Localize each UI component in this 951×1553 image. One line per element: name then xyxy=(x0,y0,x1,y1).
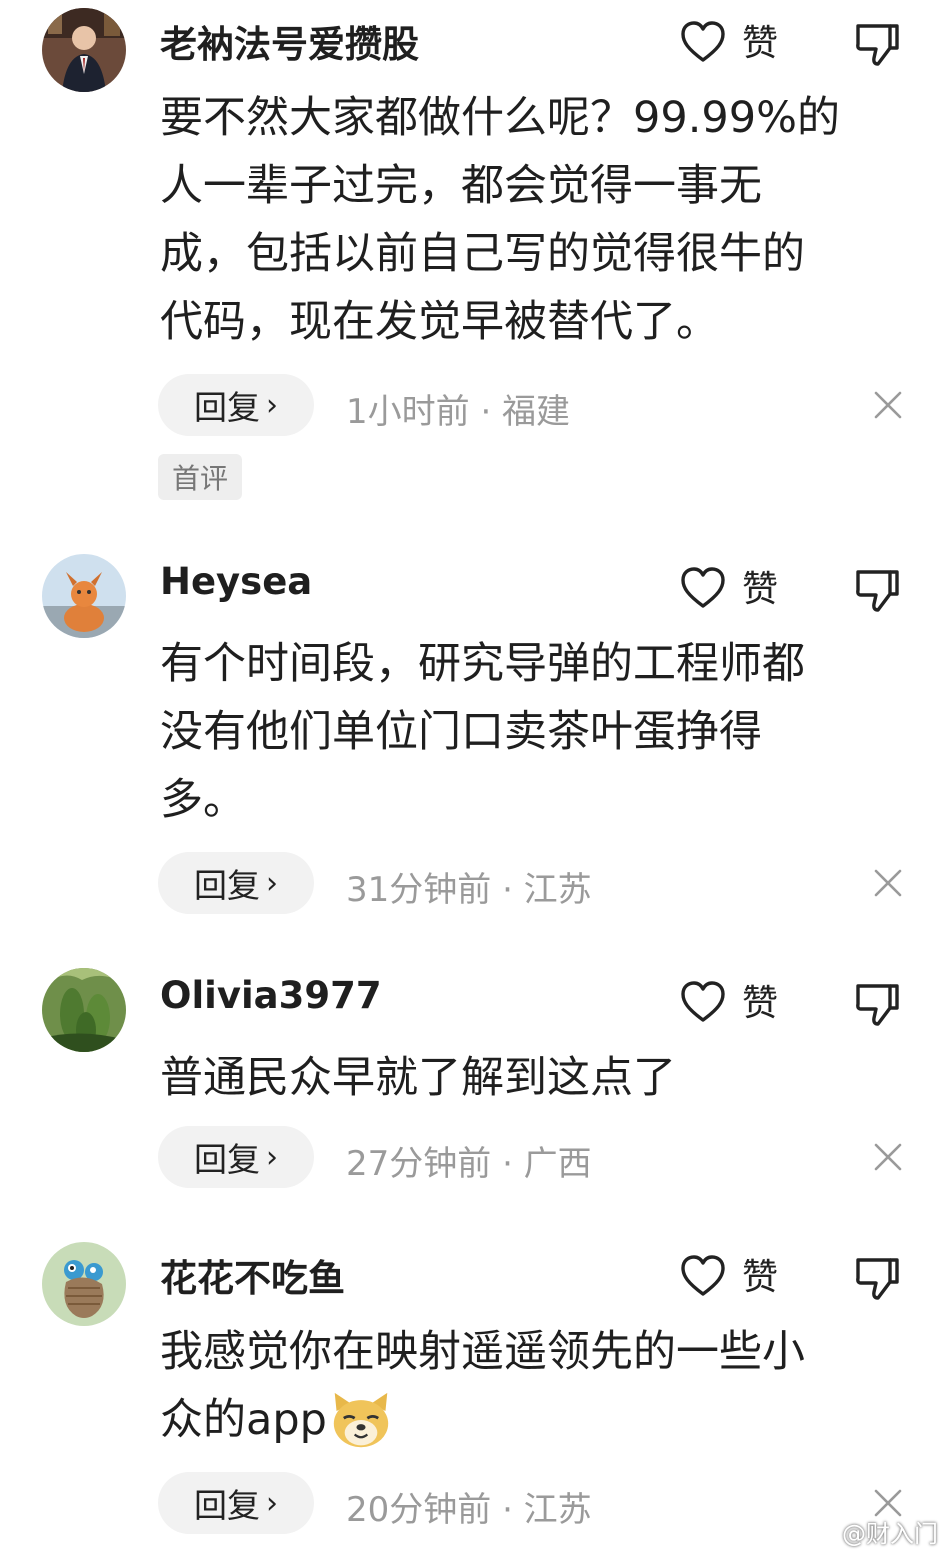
watermark: @财入门 xyxy=(808,1514,938,1549)
comment-meta: 27分钟前 · 广西 xyxy=(346,1144,592,1184)
chevron-right-icon: › xyxy=(266,1485,278,1521)
comment-text: 我感觉你在映射遥遥领先的一些小 众的app xyxy=(160,1318,890,1454)
thumbs-down-icon[interactable] xyxy=(852,1252,902,1302)
comment-line: 众的app xyxy=(160,1386,890,1454)
heart-outline-icon[interactable] xyxy=(680,566,726,610)
reply-button[interactable]: 回复 › xyxy=(158,374,314,436)
like-label[interactable]: 赞 xyxy=(742,14,778,66)
heart-outline-icon[interactable] xyxy=(680,20,726,64)
reply-label: 回复 xyxy=(194,388,260,427)
comment-text: 要不然大家都做什么呢？99.99%的 人一辈子过完，都会觉得一事无 成，包括以前… xyxy=(160,84,890,356)
comment-line: 代码，现在发觉早被替代了。 xyxy=(160,297,719,347)
user-avatar[interactable] xyxy=(42,8,126,92)
comment-line: 人一辈子过完，都会觉得一事无 xyxy=(160,161,762,211)
comment-line-text: 众的app xyxy=(160,1395,327,1445)
comment-line: 有个时间段，研究导弹的工程师都 xyxy=(160,639,805,689)
reply-label: 回复 xyxy=(194,1140,260,1179)
username[interactable]: Olivia3977 xyxy=(160,974,382,1017)
reply-button[interactable]: 回复 › xyxy=(158,852,314,914)
thumbs-down-icon[interactable] xyxy=(852,564,902,614)
comment-line: 要不然大家都做什么呢？99.99%的 xyxy=(160,93,840,143)
comment-meta: 20分钟前 · 江苏 xyxy=(346,1490,592,1530)
comment-meta: 31分钟前 · 江苏 xyxy=(346,870,592,910)
comment-line: 成，包括以前自己写的觉得很牛的 xyxy=(160,229,805,279)
user-avatar[interactable] xyxy=(42,1242,126,1326)
doge-emoji xyxy=(333,1392,389,1448)
close-x-icon[interactable] xyxy=(872,389,904,421)
heart-outline-icon[interactable] xyxy=(680,1254,726,1298)
comment-line: 我感觉你在映射遥遥领先的一些小 xyxy=(160,1327,805,1377)
username[interactable]: 老衲法号爱攒股 xyxy=(160,14,419,68)
like-label[interactable]: 赞 xyxy=(742,560,778,612)
close-x-icon[interactable] xyxy=(872,867,904,899)
comment-line: 多。 xyxy=(160,775,246,825)
like-label[interactable]: 赞 xyxy=(742,1248,778,1300)
close-x-icon[interactable] xyxy=(872,1141,904,1173)
username[interactable]: Heysea xyxy=(160,560,312,603)
like-label[interactable]: 赞 xyxy=(742,974,778,1026)
user-avatar[interactable] xyxy=(42,968,126,1052)
reply-button[interactable]: 回复 › xyxy=(158,1126,314,1188)
chevron-right-icon: › xyxy=(266,865,278,901)
comment-meta: 1小时前 · 福建 xyxy=(346,392,571,432)
thumbs-down-icon[interactable] xyxy=(852,978,902,1028)
comment-text: 有个时间段，研究导弹的工程师都 没有他们单位门口卖茶叶蛋挣得 多。 xyxy=(160,630,890,834)
reply-label: 回复 xyxy=(194,866,260,905)
comment-line: 普通民众早就了解到这点了 xyxy=(160,1053,676,1103)
comment-text: 普通民众早就了解到这点了 xyxy=(160,1044,890,1112)
username[interactable]: 花花不吃鱼 xyxy=(160,1248,345,1302)
user-avatar[interactable] xyxy=(42,554,126,638)
watermark-text: @财入门 xyxy=(842,1520,938,1548)
heart-outline-icon[interactable] xyxy=(680,980,726,1024)
chevron-right-icon: › xyxy=(266,387,278,423)
thumbs-down-icon[interactable] xyxy=(852,18,902,68)
reply-button[interactable]: 回复 › xyxy=(158,1472,314,1534)
comment-line: 没有他们单位门口卖茶叶蛋挣得 xyxy=(160,707,762,757)
weibo-logo-icon xyxy=(808,1524,840,1548)
chevron-right-icon: › xyxy=(266,1139,278,1175)
reply-label: 回复 xyxy=(194,1486,260,1525)
first-comment-badge: 首评 xyxy=(158,454,242,500)
